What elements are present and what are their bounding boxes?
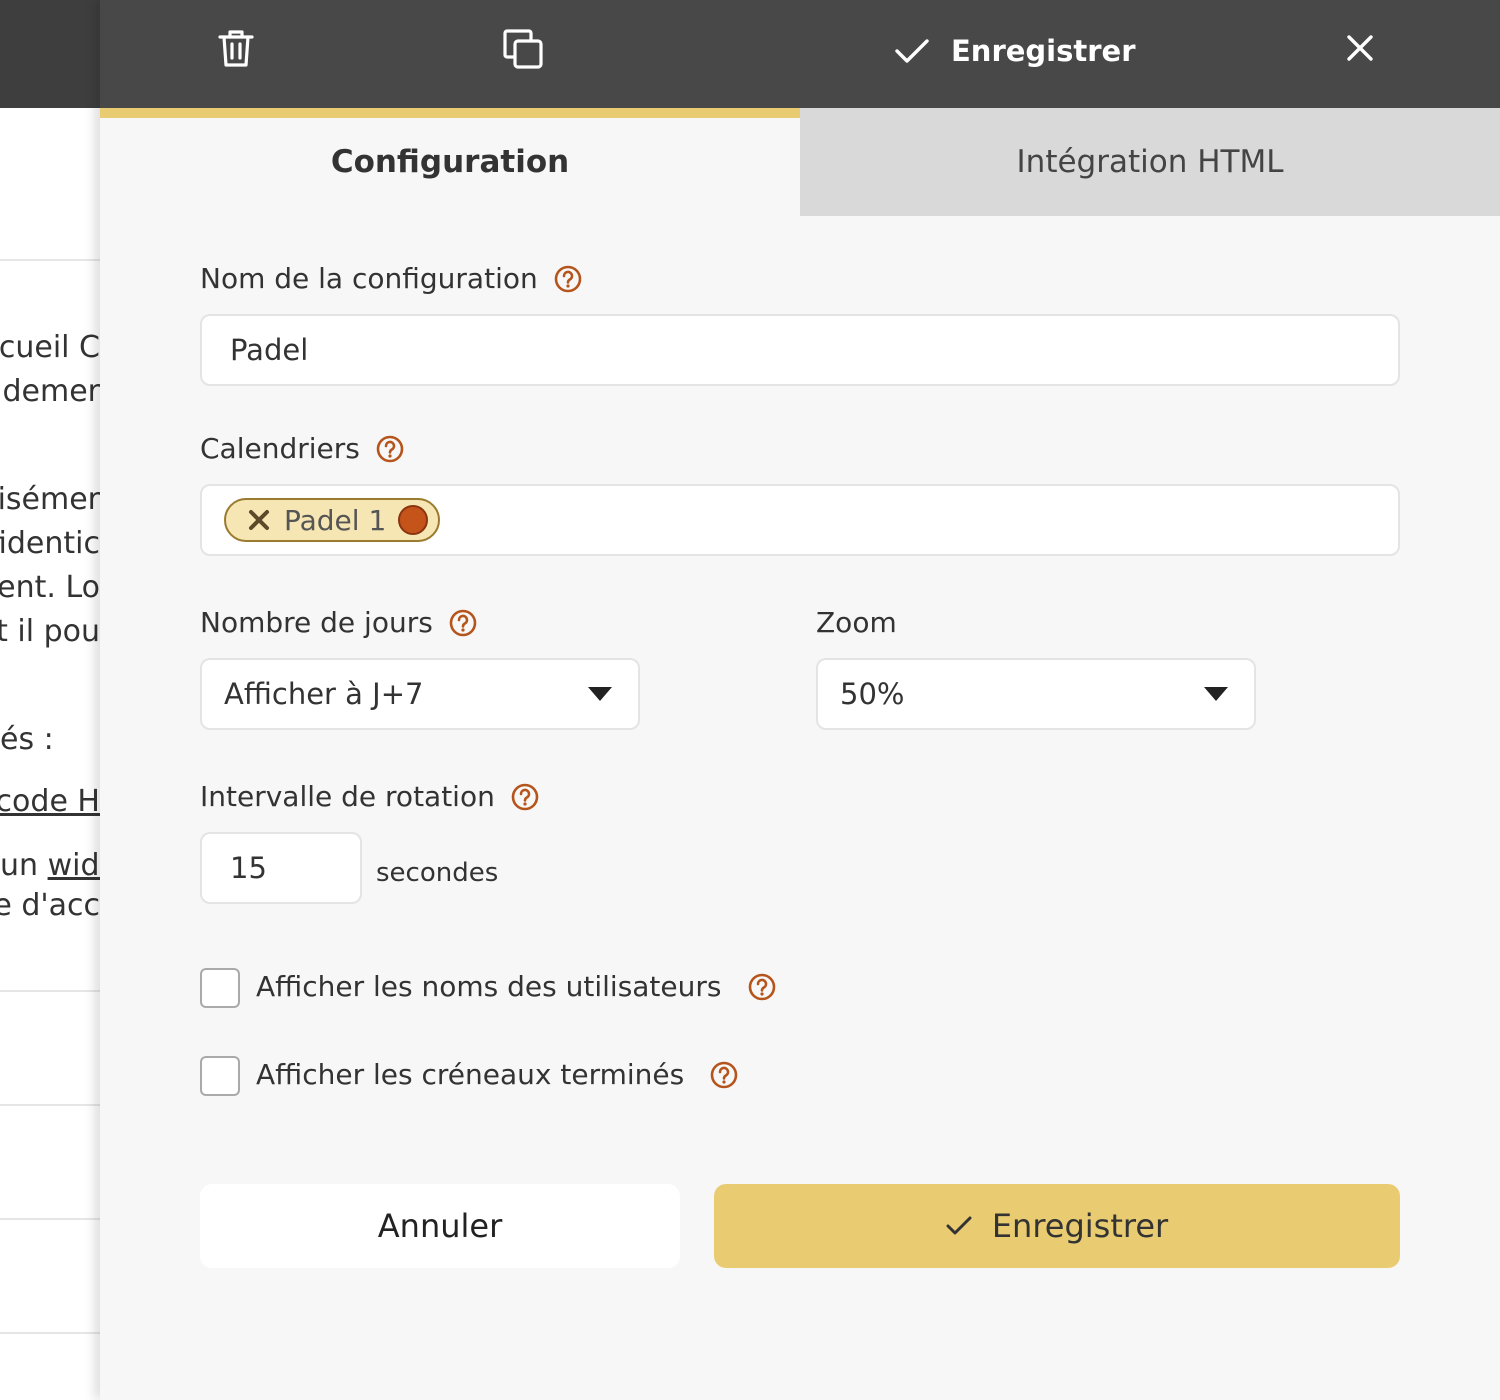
help-icon[interactable] [376,435,404,463]
calendars-label-text: Calendriers [200,432,360,465]
check-icon [946,1216,972,1235]
calendars-label: Calendriers [200,432,404,465]
rotation-input[interactable] [202,834,360,902]
rotation-unit: secondes [376,858,499,888]
zoom-select[interactable]: 50% [816,658,1256,730]
help-icon[interactable] [511,783,539,811]
background-text: ue d'acc [0,888,100,923]
toolbar-save-button[interactable]: Enregistrer [895,28,1136,74]
help-icon[interactable] [748,973,776,1001]
background-link[interactable]: widg [48,848,100,883]
background-link[interactable]: code H [0,784,100,819]
cancel-button-label: Annuler [377,1207,503,1245]
background-text: fidentic [0,526,100,561]
save-button-label: Enregistrer [991,1207,1169,1245]
config-name-field[interactable] [200,314,1400,386]
background-divider [0,1104,100,1106]
background-divider [0,990,100,992]
background-divider [0,1332,100,1334]
config-name-label-text: Nom de la configuration [200,262,538,295]
zoom-label-text: Zoom [816,606,897,639]
show-finished-label: Afficher les créneaux terminés [256,1058,738,1091]
rotation-field[interactable] [200,832,362,904]
background-text: oidemer [0,374,100,409]
zoom-select-value: 50% [840,677,905,711]
show-finished-checkbox[interactable] [200,1056,240,1096]
help-icon[interactable] [449,609,477,637]
background-page: ccueil C oidemer isémer fidentic nent. L… [0,0,100,1400]
remove-chip-icon[interactable] [246,507,272,533]
copy-icon[interactable] [500,26,546,72]
toolbar-save-label: Enregistrer [951,34,1136,68]
help-icon[interactable] [554,265,582,293]
calendar-chip-label: Padel 1 [284,503,387,537]
drawer-toolbar: Enregistrer [100,0,1500,108]
days-label: Nombre de jours [200,606,477,639]
caret-down-icon [1204,687,1228,701]
show-names-label-text: Afficher les noms des utilisateurs [256,970,722,1003]
cancel-button[interactable]: Annuler [200,1184,680,1268]
config-drawer: Enregistrer Configuration Intégration HT… [100,0,1500,1400]
tab-html-integration[interactable]: Intégration HTML [800,108,1500,216]
zoom-label: Zoom [816,606,897,639]
rotation-label-text: Intervalle de rotation [200,780,495,813]
show-finished-label-text: Afficher les créneaux terminés [256,1058,685,1091]
check-icon [895,39,929,63]
background-text: nent. Lo [0,570,100,605]
save-button[interactable]: Enregistrer [714,1184,1400,1268]
background-topbar [0,0,100,108]
calendars-field[interactable]: Padel 1 [200,484,1400,556]
trash-icon[interactable] [214,26,258,70]
show-names-checkbox[interactable] [200,968,240,1008]
config-name-input[interactable] [202,316,1398,384]
calendar-chip: Padel 1 [224,498,441,542]
days-select[interactable]: Afficher à J+7 [200,658,640,730]
background-divider [0,259,100,261]
caret-down-icon [588,687,612,701]
days-select-value: Afficher à J+7 [224,677,424,711]
background-text: ccueil C [0,330,100,365]
background-text: és : [0,722,54,757]
tab-configuration[interactable]: Configuration [100,108,800,216]
show-names-label: Afficher les noms des utilisateurs [256,970,776,1003]
rotation-label: Intervalle de rotation [200,780,539,813]
drawer-tabs: Configuration Intégration HTML [100,108,1500,216]
close-icon[interactable] [1342,30,1378,66]
background-divider [0,1218,100,1220]
days-label-text: Nombre de jours [200,606,433,639]
background-text: et il pou [0,614,100,649]
background-text: un widg [0,848,100,883]
background-text: isémer [0,482,100,517]
calendar-color-dot [398,505,429,535]
config-name-label: Nom de la configuration [200,262,582,295]
help-icon[interactable] [710,1061,738,1089]
